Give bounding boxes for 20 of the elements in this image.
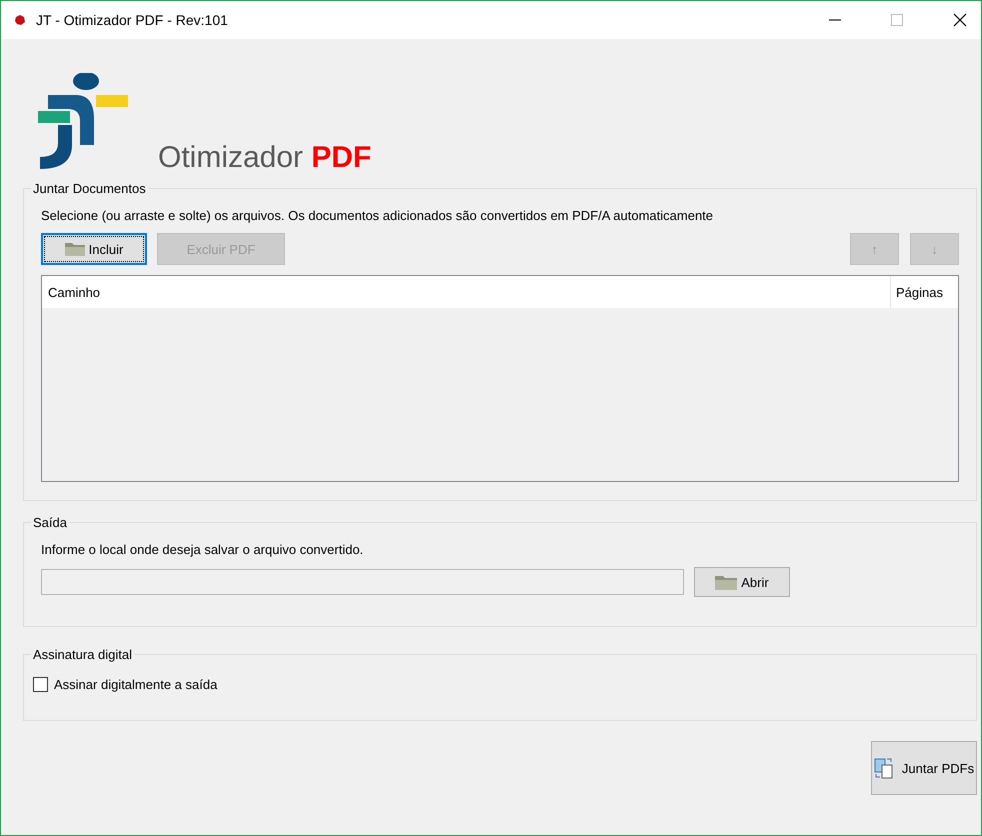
group-title: Saída bbox=[32, 515, 68, 530]
open-button[interactable]: Abrir bbox=[694, 567, 790, 597]
instructions-text: Informe o local onde deseja salvar o arquivo convertido. bbox=[41, 542, 364, 557]
group-title: Assinatura digital bbox=[32, 647, 133, 662]
folder-icon bbox=[64, 242, 85, 256]
checkbox[interactable] bbox=[33, 677, 48, 692]
checkbox-label[interactable]: Assinar digitalmente a saída bbox=[54, 677, 218, 692]
merge-button[interactable]: Juntar PDFs bbox=[871, 741, 977, 795]
close-icon[interactable] bbox=[953, 13, 967, 27]
app-icon bbox=[14, 14, 26, 26]
window-title: JT - Otimizador PDF - Rev:101 bbox=[36, 12, 228, 28]
logo-icon bbox=[38, 73, 130, 171]
add-button[interactable]: Incluir bbox=[41, 233, 147, 265]
column-header[interactable]: Páginas bbox=[890, 276, 956, 308]
instructions-text: Selecione (ou arraste e solte) os arquivos. Os documentos adicionados são convertidos em PDF/A automaticamente bbox=[41, 208, 714, 223]
output-path-field[interactable] bbox=[41, 569, 684, 595]
app-name: Otimizador PDF bbox=[158, 141, 372, 175]
group-title: Juntar Documentos bbox=[32, 181, 147, 196]
column-header[interactable]: Caminho bbox=[42, 276, 890, 308]
folder-icon bbox=[715, 574, 738, 590]
